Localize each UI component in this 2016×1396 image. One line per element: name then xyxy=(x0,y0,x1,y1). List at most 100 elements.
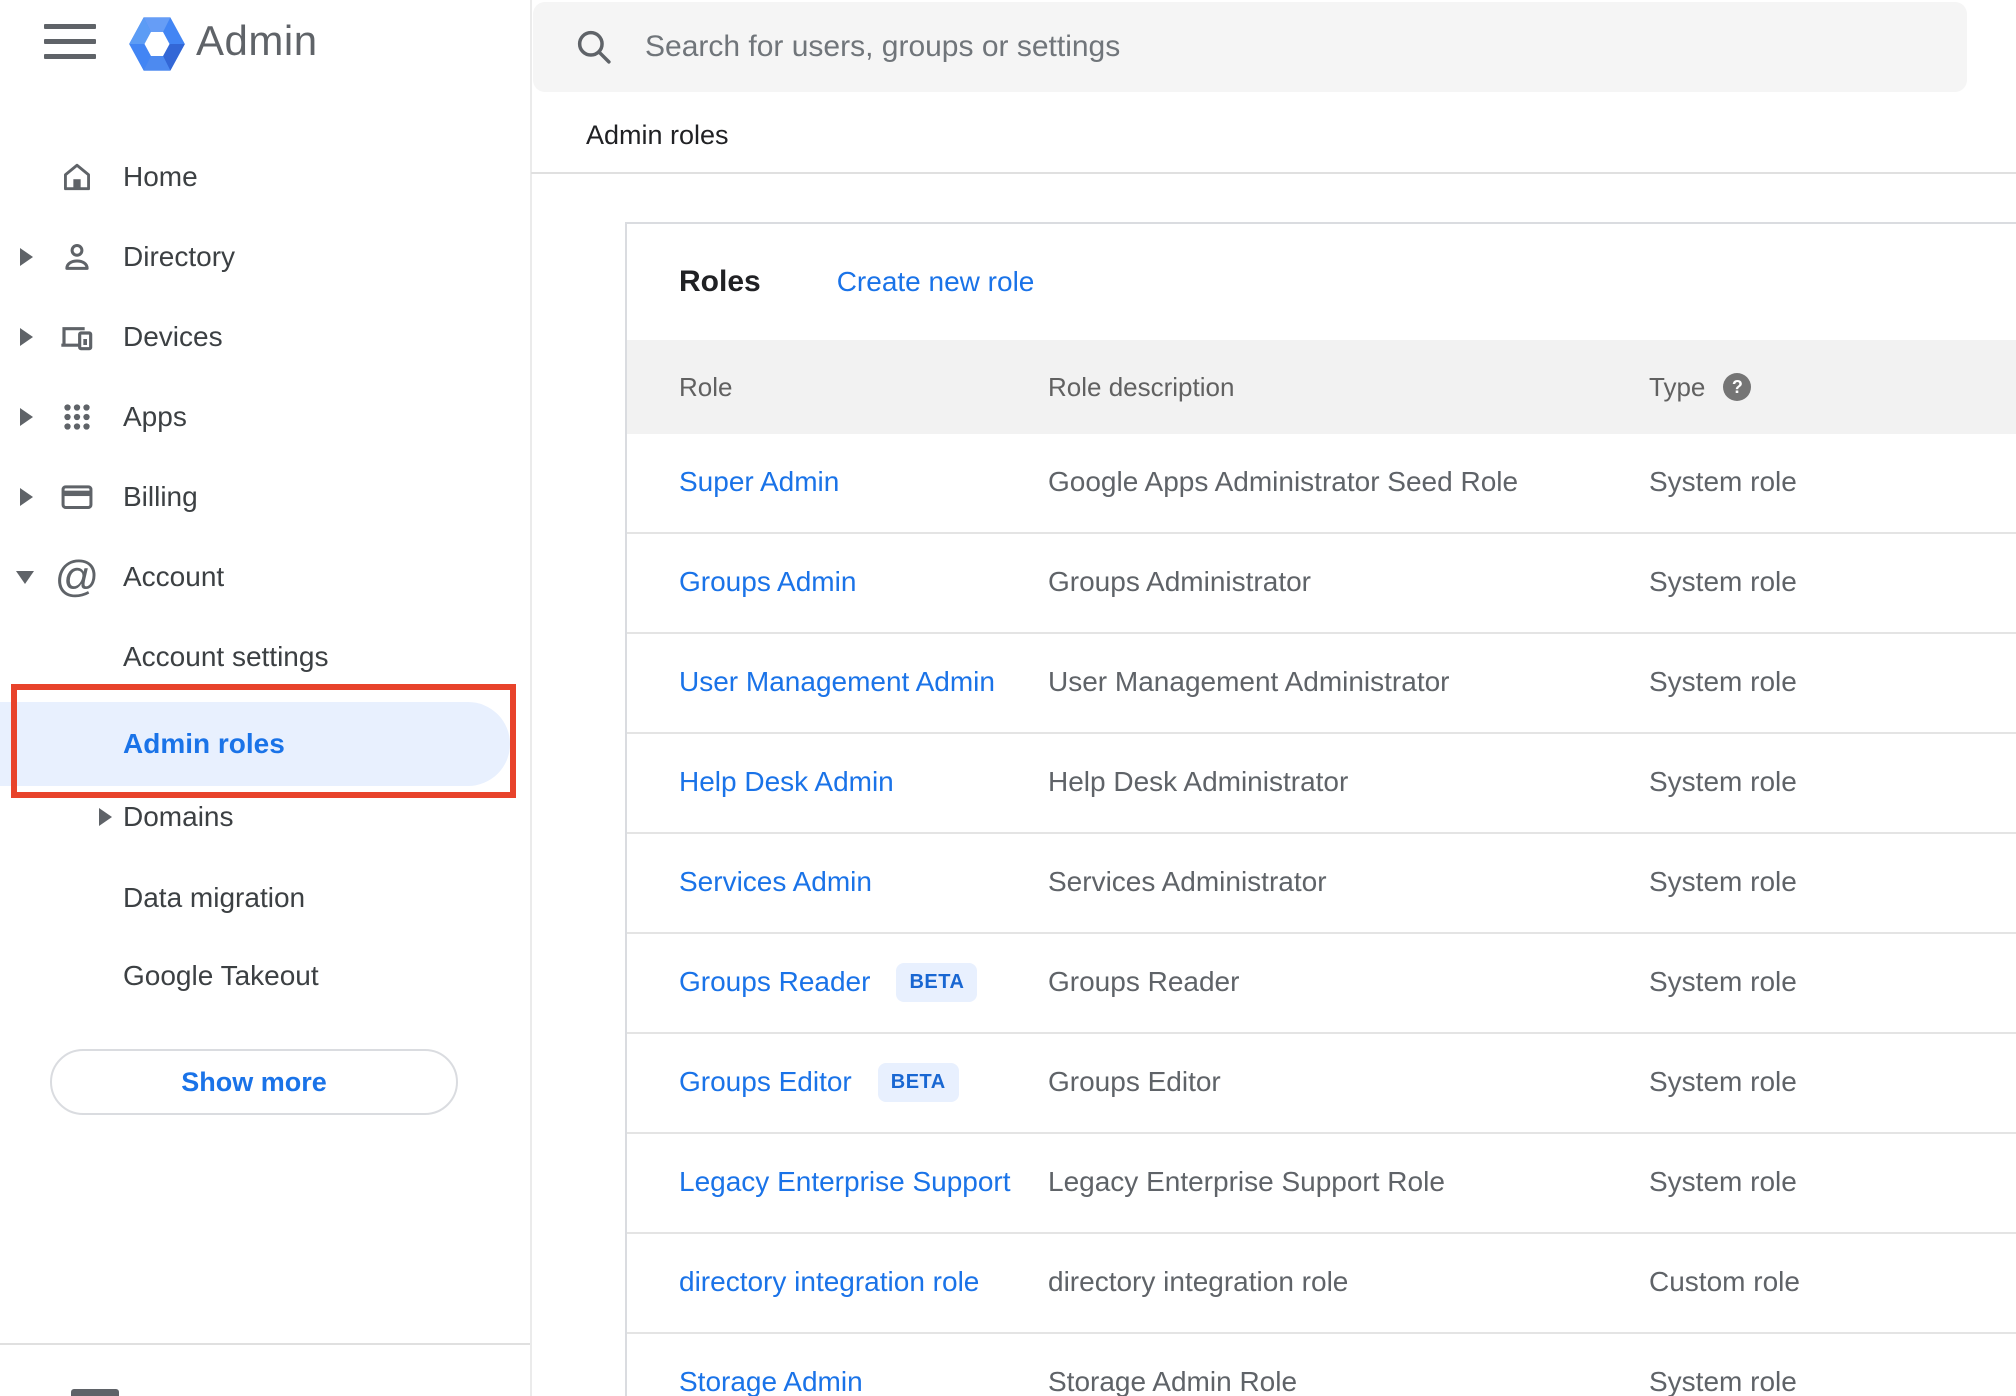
column-header-type: Type ? xyxy=(1649,340,1752,434)
search-placeholder-text: Search for users, groups or settings xyxy=(645,30,1121,63)
roles-card-header: Roles Create new role xyxy=(627,224,2016,340)
role-link[interactable]: Super Admin xyxy=(679,466,839,498)
table-row: Help Desk Admin Help Desk Administrator Sy… xyxy=(627,734,2016,834)
role-description-cell: Storage Admin Role xyxy=(1048,1366,1298,1396)
collapse-arrow-icon[interactable] xyxy=(16,571,34,584)
beta-badge: BETA xyxy=(877,1062,959,1102)
sidebar-item-domains[interactable]: Domains xyxy=(0,777,531,857)
sidebar-item-label: Account xyxy=(123,561,225,592)
sidebar-item-label: Billing xyxy=(123,481,198,512)
roles-card: Roles Create new role Role Role descript… xyxy=(625,222,2016,1396)
sidebar-item-label: Data migration xyxy=(123,882,306,913)
role-cell: Legacy Enterprise Support xyxy=(679,1134,1011,1230)
role-cell: Groups Reader BETA xyxy=(679,934,978,1030)
table-row: Groups Editor BETA Groups Editor System rol… xyxy=(627,1034,2016,1134)
table-row: Groups Admin Groups Administrator System r… xyxy=(627,534,2016,634)
sidebar-item-home[interactable]: Home xyxy=(0,137,531,217)
column-header-role-description: Role description xyxy=(1048,372,1235,402)
sidebar-item-label: Google Takeout xyxy=(123,960,319,991)
role-description-cell: Help Desk Administrator xyxy=(1048,766,1349,797)
sidebar-item-admin-roles[interactable]: Admin roles xyxy=(0,684,531,798)
role-type-cell: System role xyxy=(1649,566,1797,597)
header-divider xyxy=(531,172,2016,174)
show-more-button[interactable]: Show more xyxy=(50,1049,458,1115)
expand-arrow-icon[interactable] xyxy=(20,248,33,266)
table-row: Services Admin Services Administrator Syst… xyxy=(627,834,2016,934)
role-type-cell: System role xyxy=(1649,1366,1797,1396)
expand-arrow-icon[interactable] xyxy=(20,328,33,346)
role-cell: Storage Admin xyxy=(679,1334,863,1396)
cutoff-sidebar-icon xyxy=(71,1389,119,1396)
role-description-cell: Legacy Enterprise Support Role xyxy=(1048,1166,1445,1197)
role-link[interactable]: Groups Admin xyxy=(679,566,856,598)
sidebar-item-directory[interactable]: Directory xyxy=(0,217,531,297)
sidebar-item-google-takeout[interactable]: Google Takeout xyxy=(0,936,531,1016)
role-cell: directory integration role xyxy=(679,1234,979,1330)
role-link[interactable]: Legacy Enterprise Support xyxy=(679,1166,1011,1198)
credit-card-icon xyxy=(57,477,97,517)
role-description-cell: Groups Administrator xyxy=(1048,566,1311,597)
role-type-cell: System role xyxy=(1649,466,1797,497)
at-sign-icon: @ xyxy=(54,552,100,601)
sidebar-item-label: Home xyxy=(123,161,198,192)
column-header-role: Role xyxy=(679,372,733,402)
sidebar-divider xyxy=(0,1343,531,1345)
sidebar-item-label: Devices xyxy=(123,321,223,352)
role-description-cell: Services Administrator xyxy=(1048,866,1327,897)
sidebar-item-apps[interactable]: Apps xyxy=(0,377,531,457)
expand-arrow-icon[interactable] xyxy=(99,808,112,826)
apps-grid-icon xyxy=(57,397,97,437)
sidebar-item-data-migration[interactable]: Data migration xyxy=(0,858,531,938)
role-link[interactable]: Storage Admin xyxy=(679,1366,863,1396)
role-description-cell: Google Apps Administrator Seed Role xyxy=(1048,466,1519,497)
expand-arrow-icon[interactable] xyxy=(20,408,33,426)
app-title: Admin xyxy=(196,17,318,64)
expand-arrow-icon[interactable] xyxy=(20,488,33,506)
role-cell: Help Desk Admin xyxy=(679,734,894,830)
role-link[interactable]: Help Desk Admin xyxy=(679,766,894,798)
role-description-cell: User Management Administrator xyxy=(1048,666,1450,697)
role-description-cell: Groups Reader xyxy=(1048,966,1240,997)
role-link[interactable]: directory integration role xyxy=(679,1266,979,1298)
role-link[interactable]: Groups Editor xyxy=(679,1066,852,1098)
search-input[interactable]: Search for users, groups or settings xyxy=(533,2,1967,92)
sidebar-item-label: Directory xyxy=(123,241,236,272)
role-description-cell: Groups Editor xyxy=(1048,1066,1221,1097)
role-type-cell: System role xyxy=(1649,1066,1797,1097)
search-icon xyxy=(573,26,615,68)
role-link[interactable]: Services Admin xyxy=(679,866,872,898)
role-cell: Groups Editor BETA xyxy=(679,1034,959,1130)
roles-table-body: Super Admin Google Apps Administrator See… xyxy=(627,434,2016,1396)
hamburger-menu-icon[interactable] xyxy=(44,22,96,64)
sidebar-content-divider xyxy=(530,0,532,1396)
table-row: Super Admin Google Apps Administrator See… xyxy=(627,434,2016,534)
table-row: Groups Reader BETA Groups Reader System rol… xyxy=(627,934,2016,1034)
sidebar-item-billing[interactable]: Billing xyxy=(0,457,531,537)
question-mark-help-icon[interactable]: ? xyxy=(1723,373,1752,401)
role-type-cell: Custom role xyxy=(1649,1266,1800,1297)
role-type-cell: System role xyxy=(1649,766,1797,797)
beta-badge: BETA xyxy=(896,962,978,1002)
role-cell: Groups Admin xyxy=(679,534,856,630)
roles-title: Roles xyxy=(679,265,761,298)
breadcrumb: Admin roles xyxy=(586,120,729,150)
role-type-cell: System role xyxy=(1649,866,1797,897)
role-cell: Services Admin xyxy=(679,834,872,930)
sidebar-item-account[interactable]: @ Account xyxy=(0,537,531,617)
admin-console-page: Admin Home Directory Devices Apps Billing @ Ac… xyxy=(0,0,2016,1396)
role-link[interactable]: User Management Admin xyxy=(679,666,995,698)
home-icon xyxy=(57,157,97,197)
sidebar-item-devices[interactable]: Devices xyxy=(0,297,531,377)
sidebar: Admin Home Directory Devices Apps Billing @ Ac… xyxy=(0,0,531,1396)
create-new-role-link[interactable]: Create new role xyxy=(837,266,1035,298)
role-cell: Super Admin xyxy=(679,434,839,530)
role-type-cell: System role xyxy=(1649,966,1797,997)
table-row: Storage Admin Storage Admin Role System ro… xyxy=(627,1334,2016,1396)
table-row: Legacy Enterprise Support Legacy Enterpri… xyxy=(627,1134,2016,1234)
sidebar-item-label: Apps xyxy=(123,401,187,432)
devices-icon xyxy=(57,317,97,357)
table-row: directory integration role directory inte… xyxy=(627,1234,2016,1334)
role-type-cell: System role xyxy=(1649,666,1797,697)
person-icon xyxy=(57,237,97,277)
role-link[interactable]: Groups Reader xyxy=(679,966,870,998)
